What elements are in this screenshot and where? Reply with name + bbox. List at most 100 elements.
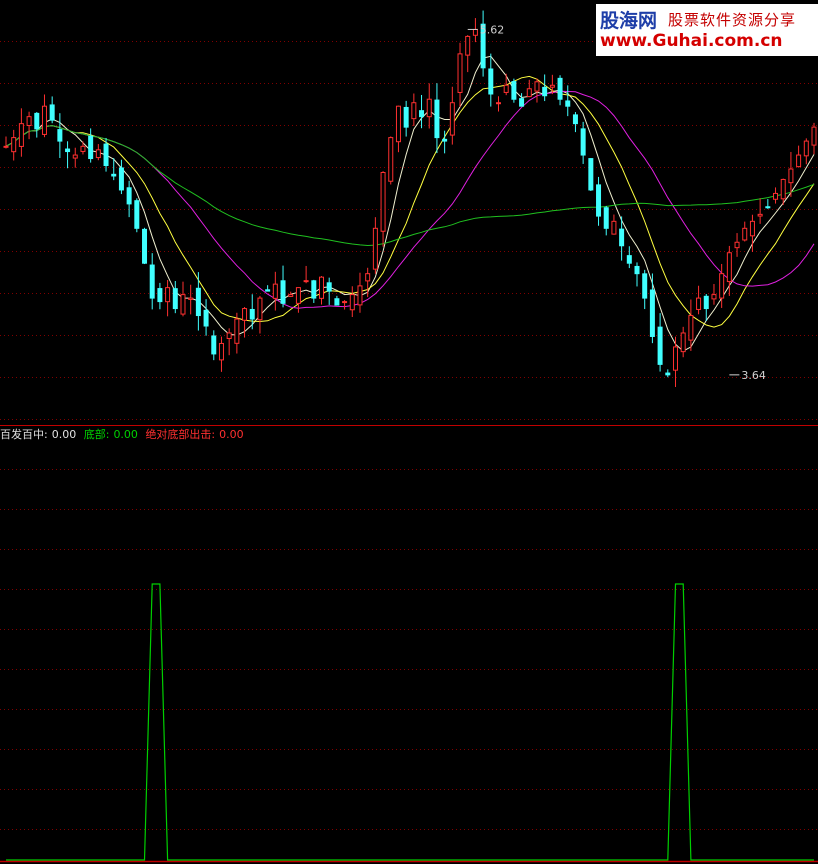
candle-body	[642, 273, 648, 299]
candle-body	[549, 84, 555, 88]
indicator-legend: 百发百中: 0.00 底部: 0.00 绝对底部出击: 0.00	[0, 426, 248, 442]
candle-body	[57, 129, 63, 142]
candle-body	[796, 154, 802, 168]
candle-body	[195, 287, 201, 317]
watermark-brand: 股海网	[600, 10, 658, 32]
candle-body	[773, 192, 779, 200]
candle-body	[588, 158, 594, 191]
candle-body	[765, 206, 771, 209]
candle-body	[465, 35, 471, 56]
candle-body	[249, 308, 255, 320]
candle-body	[757, 213, 763, 217]
candle-body	[719, 273, 725, 299]
candle-body	[226, 332, 232, 339]
candle-body	[288, 294, 294, 297]
candle-body	[788, 168, 794, 184]
candle-body	[3, 145, 9, 148]
candle-body	[657, 326, 663, 365]
candle-body	[411, 102, 417, 120]
candle-body	[380, 171, 386, 232]
legend-item3-value: 0.00	[219, 428, 244, 441]
legend-item1-value: 0.00	[51, 428, 77, 441]
candle-body	[696, 297, 702, 310]
candle-body	[257, 297, 263, 321]
candle-body	[734, 241, 740, 249]
candle-body	[619, 228, 625, 247]
candle-body	[142, 228, 148, 264]
annotation-label: 3.64	[741, 369, 766, 382]
candle-body	[357, 285, 363, 306]
candle-body	[334, 298, 340, 306]
indicator-panel-grid	[0, 469, 818, 830]
candle-body	[703, 295, 709, 310]
price-annotations: 5.62 3.64	[467, 23, 766, 382]
candle-body	[519, 98, 525, 107]
candle-body	[780, 178, 786, 200]
candle-body	[242, 308, 248, 321]
candle-body	[542, 86, 548, 97]
candle-body	[118, 167, 124, 191]
candle-body	[165, 287, 171, 303]
candle-body	[188, 297, 194, 300]
candle-body	[534, 81, 540, 92]
candle-body	[34, 112, 40, 130]
candle-body	[326, 282, 332, 292]
candle-body	[126, 187, 132, 205]
candle-body	[626, 255, 632, 264]
candlestick-layer	[3, 10, 817, 387]
candle-body	[180, 294, 186, 315]
candle-body	[311, 280, 317, 299]
candle-body	[49, 104, 55, 121]
candle-body	[280, 280, 286, 304]
candle-body	[803, 140, 809, 157]
watermark-url: www.Guhai.com.cn	[600, 31, 783, 51]
candle-body	[603, 207, 609, 229]
candle-body	[557, 77, 563, 100]
candle-body	[688, 315, 694, 341]
candle-body	[565, 100, 571, 107]
candle-body	[319, 276, 325, 299]
candle-body	[342, 301, 348, 304]
candle-body	[749, 220, 755, 237]
annotation-label: 5.62	[480, 23, 505, 36]
watermark-slogan: 股票软件资源分享	[668, 11, 797, 29]
candle-body	[134, 200, 140, 229]
legend-item3-label: 绝对底部出击:	[145, 428, 216, 441]
candle-body	[611, 220, 617, 235]
candle-body	[72, 154, 78, 159]
candle-body	[295, 287, 301, 304]
candle-body	[726, 252, 732, 283]
candle-body	[672, 346, 678, 371]
indicator-layer	[6, 583, 814, 861]
candle-body	[149, 264, 155, 299]
candle-body	[742, 227, 748, 241]
candle-body	[18, 123, 24, 147]
candle-body	[572, 114, 578, 125]
legend-item2-value: 0.00	[113, 428, 138, 441]
watermark-logo: 股海网 股票软件资源分享 www.Guhai.com.cn	[596, 4, 818, 56]
candle-body	[103, 143, 109, 167]
candle-body	[372, 227, 378, 270]
candle-body	[272, 283, 278, 299]
candle-body	[511, 81, 517, 100]
candle-body	[495, 102, 501, 105]
candle-body	[88, 135, 94, 160]
legend-item1-label: 百发百中:	[0, 428, 48, 441]
candle-body	[157, 288, 163, 303]
candle-body	[265, 289, 271, 292]
candle-body	[419, 110, 425, 118]
candle-body	[634, 265, 640, 275]
indicator-series-line	[6, 583, 814, 861]
candle-body	[665, 372, 671, 376]
legend-item2-label: 底部:	[83, 428, 110, 441]
candle-body	[526, 88, 532, 98]
candle-body	[303, 280, 309, 283]
candle-body	[434, 99, 440, 139]
candle-body	[395, 105, 401, 143]
candle-body	[172, 288, 178, 310]
candle-body	[211, 335, 217, 355]
candle-body	[503, 84, 509, 93]
candle-body	[449, 102, 455, 136]
candle-body	[457, 53, 463, 93]
candle-body	[811, 126, 817, 146]
